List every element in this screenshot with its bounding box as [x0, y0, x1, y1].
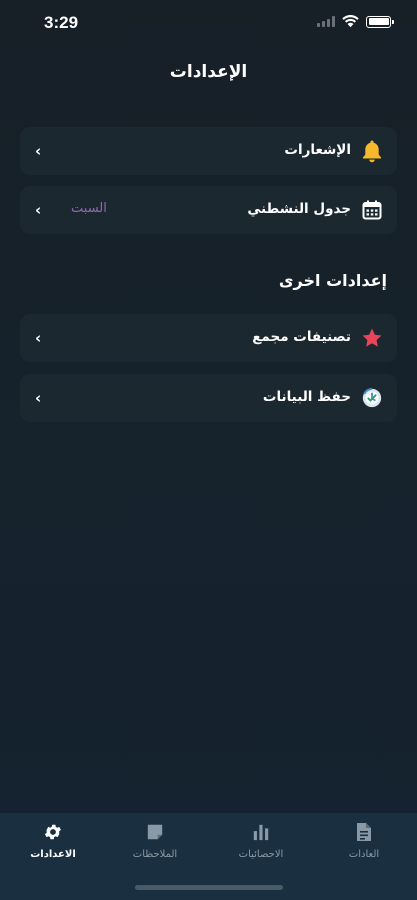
row-label: الإشعارات: [284, 142, 351, 158]
chevron-left-icon: ‹: [35, 201, 42, 219]
status-bar: 3:29: [0, 0, 417, 48]
tab-notes[interactable]: الملاحظات: [110, 821, 200, 860]
row-label: تصنيفات مجمع: [252, 329, 351, 345]
tab-label: الاحصائيات: [238, 849, 284, 860]
gear-icon: [8, 821, 98, 843]
chevron-left-icon: ‹: [35, 389, 42, 407]
home-indicator[interactable]: [135, 885, 283, 890]
tab-habits[interactable]: العادات: [319, 821, 409, 860]
page-title: الإعدادات: [169, 62, 248, 82]
section-title: إعدادات اخرى: [278, 271, 387, 290]
signal-icon: [317, 16, 335, 27]
status-icons: [317, 15, 394, 28]
calendar-icon: [360, 198, 384, 222]
chevron-left-icon: ‹: [35, 329, 42, 347]
battery-icon: [366, 15, 394, 28]
tab-statistics[interactable]: الاحصائيات: [216, 821, 306, 860]
document-icon: [319, 821, 409, 843]
tab-label: الاعدادات: [30, 849, 76, 860]
star-icon: [360, 326, 384, 350]
tab-label: الملاحظات: [132, 849, 178, 860]
backup-row[interactable]: ‹ حفظ البيانات: [20, 374, 397, 422]
chevron-left-icon: ‹: [35, 142, 42, 160]
tab-settings[interactable]: الاعدادات: [8, 821, 98, 860]
notifications-row[interactable]: ‹ الإشعارات: [20, 127, 397, 175]
backup-clock-icon: [360, 386, 384, 410]
categories-row[interactable]: ‹ تصنيفات مجمع: [20, 314, 397, 362]
row-label: حفظ البيانات: [262, 389, 351, 405]
status-time: 3:29: [44, 13, 79, 32]
row-value: السبت: [71, 201, 107, 216]
bar-chart-icon: [216, 821, 306, 843]
row-label: جدول النشطني: [247, 201, 351, 217]
wifi-icon: [342, 15, 359, 28]
schedule-row[interactable]: ‹ السبت جدول النشطني: [20, 186, 397, 234]
bell-icon: [360, 139, 384, 163]
note-icon: [110, 821, 200, 843]
tab-label: العادات: [348, 849, 380, 860]
